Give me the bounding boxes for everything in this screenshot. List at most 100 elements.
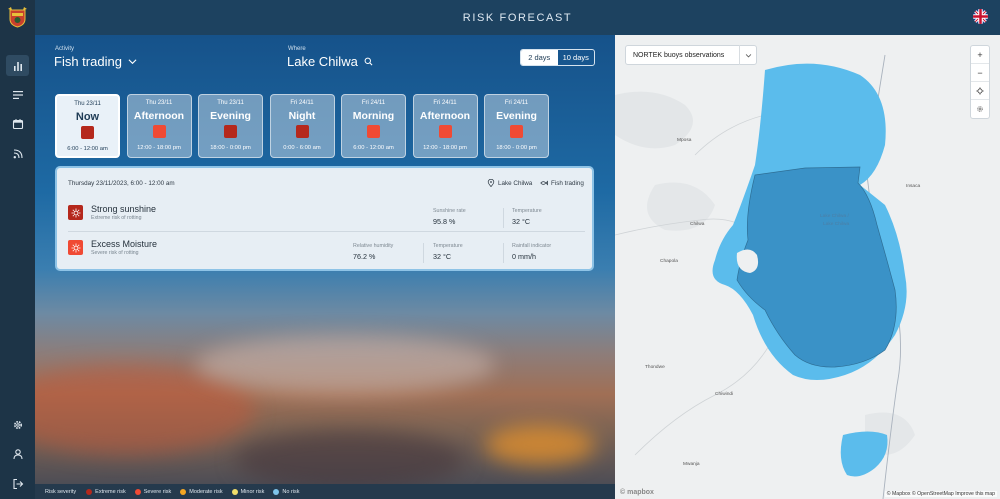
metric-value: 32 °C bbox=[512, 217, 531, 226]
mapbox-logo: © mapbox bbox=[620, 489, 654, 496]
page-title: RISK FORECAST bbox=[462, 12, 573, 24]
time-slot-card[interactable]: Fri 24/11 Evening 18:00 - 0:00 pm bbox=[484, 94, 549, 158]
time-slot-card[interactable]: Thu 23/11 Evening 18:00 - 0:00 pm bbox=[198, 94, 263, 158]
legend-item: Minor risk bbox=[231, 488, 265, 495]
time-slot-card[interactable]: Fri 24/11 Morning 6:00 - 12:00 am bbox=[341, 94, 406, 158]
slot-time-range: 0:00 - 6:00 am bbox=[283, 145, 321, 151]
map-controls: + − bbox=[970, 45, 990, 119]
legend-item: Severe risk bbox=[134, 488, 172, 495]
sidebar-item-signal[interactable] bbox=[6, 143, 29, 164]
gear-icon bbox=[13, 420, 22, 429]
location-search[interactable]: Lake Chilwa bbox=[287, 54, 373, 69]
risk-indicator bbox=[367, 125, 380, 138]
sidebar-item-charts[interactable] bbox=[6, 55, 29, 76]
map-layer-dropdown-toggle[interactable] bbox=[739, 45, 756, 65]
zoom-in-button[interactable]: + bbox=[971, 46, 989, 64]
background-cloud bbox=[235, 430, 465, 484]
activity-label: Activity bbox=[55, 46, 75, 52]
sidebar-item-logout[interactable] bbox=[6, 473, 29, 494]
where-label: Where bbox=[288, 46, 306, 52]
metric-label: Rainfall indicator bbox=[512, 243, 552, 249]
slot-period: Now bbox=[75, 111, 100, 123]
metric-divider bbox=[423, 243, 424, 263]
map-view[interactable]: Mposa Insaca Chilwa Lake Chilwa / Lake C… bbox=[615, 35, 1000, 499]
sun-icon bbox=[71, 243, 80, 252]
slot-day: Fri 24/11 bbox=[504, 100, 529, 106]
slot-time-range: 6:00 - 12:00 am bbox=[353, 145, 394, 151]
lake-label: Lake Chilwa bbox=[823, 222, 850, 227]
map-attribution[interactable]: © Mapbox © OpenStreetMap Improve this ma… bbox=[884, 491, 997, 497]
metric-value: 76.2 % bbox=[353, 252, 376, 261]
slot-day: Fri 24/11 bbox=[290, 100, 314, 106]
metric-temperature: Temperature 32 °C bbox=[512, 208, 542, 226]
details-location: Lake Chilwa bbox=[487, 179, 532, 187]
place-label: Mposa bbox=[677, 138, 692, 143]
legend-color-dot bbox=[86, 488, 93, 495]
sidebar-item-calendar[interactable] bbox=[6, 113, 29, 134]
risk-indicator bbox=[295, 125, 309, 138]
user-icon bbox=[12, 448, 23, 459]
risk-row-moisture: Excess Moisture Severe risk of rotting R… bbox=[68, 233, 585, 267]
zoom-out-button[interactable]: − bbox=[971, 64, 989, 82]
time-slot-card[interactable]: Fri 24/11 Afternoon 12:00 - 18:00 pm bbox=[412, 94, 478, 158]
legend-item: Extreme risk bbox=[86, 488, 126, 495]
sidebar bbox=[0, 0, 35, 499]
legend-items: Extreme risk Severe risk Moderate risk Mino… bbox=[86, 488, 300, 495]
metric-label: Sunshine rate bbox=[433, 208, 466, 214]
sidebar-item-list[interactable] bbox=[6, 84, 29, 105]
lake-label: Lake Chilwa / bbox=[820, 214, 849, 219]
activity-select[interactable]: Fish trading bbox=[54, 54, 137, 69]
slot-time-range: 18:00 - 0:00 pm bbox=[496, 145, 537, 151]
map-settings-button[interactable] bbox=[971, 100, 989, 118]
metric-label: Relative humidity bbox=[353, 243, 394, 249]
risk-details-card: Thursday 23/11/2023, 6:00 - 12:00 am Lak… bbox=[55, 166, 594, 271]
slot-period: Afternoon bbox=[419, 110, 471, 122]
details-activity-label: Fish trading bbox=[551, 179, 584, 187]
legend-label: Minor risk bbox=[240, 488, 265, 495]
terrain-shade bbox=[647, 182, 715, 231]
legend-color-dot bbox=[134, 488, 141, 495]
legend-color-dot bbox=[180, 488, 187, 495]
place-label: Chapola bbox=[660, 259, 678, 264]
risk-area-south bbox=[840, 431, 888, 477]
time-slot-card[interactable]: Thu 23/11 Now 6:00 - 12:00 am bbox=[55, 94, 120, 158]
fish-icon bbox=[540, 180, 548, 186]
location-value: Lake Chilwa bbox=[287, 54, 358, 69]
range-2-days-button[interactable]: 2 days bbox=[521, 50, 558, 65]
time-slot-card[interactable]: Fri 24/11 Night 0:00 - 6:00 am bbox=[269, 94, 335, 158]
sidebar-item-settings[interactable] bbox=[6, 414, 29, 435]
background-sun-glow bbox=[485, 425, 595, 465]
location-pin-icon bbox=[487, 179, 495, 187]
map-layer-select[interactable]: NORTEK buoys observations bbox=[625, 45, 757, 65]
sidebar-item-profile[interactable] bbox=[6, 443, 29, 464]
metric-value: 95.8 % bbox=[433, 217, 456, 226]
slot-time-range: 12:00 - 18:00 pm bbox=[423, 145, 467, 151]
gear-icon bbox=[977, 106, 983, 112]
slot-time-range: 6:00 - 12:00 am bbox=[67, 146, 108, 152]
signal-icon bbox=[13, 148, 23, 158]
logout-icon bbox=[12, 478, 23, 489]
road-line bbox=[634, 334, 776, 456]
time-slot-card[interactable]: Thu 23/11 Afternoon 12:00 - 18:00 pm bbox=[126, 94, 192, 158]
slot-day: Fri 24/11 bbox=[433, 100, 457, 106]
place-label: Mwanja bbox=[683, 462, 700, 467]
slot-period: Evening bbox=[496, 110, 537, 122]
risk-description: Extreme risk of rotting bbox=[91, 215, 142, 221]
slot-day: Thu 23/11 bbox=[145, 100, 173, 106]
legend-label: Severe risk bbox=[143, 488, 172, 495]
details-location-label: Lake Chilwa bbox=[498, 179, 533, 187]
risk-severity-badge bbox=[68, 240, 83, 255]
range-10-days-button[interactable]: 10 days bbox=[558, 50, 595, 65]
place-label: Thondwe bbox=[645, 365, 665, 370]
list-icon bbox=[12, 90, 23, 99]
uk-flag-icon[interactable] bbox=[973, 9, 988, 24]
locate-button[interactable] bbox=[971, 82, 989, 100]
metric-sunshine-rate: Sunshine rate 95.8 % bbox=[433, 208, 466, 226]
place-label: Chiwindi bbox=[715, 392, 734, 397]
top-header: RISK FORECAST bbox=[35, 0, 1000, 35]
chevron-down-icon bbox=[128, 59, 137, 65]
bar-chart-icon bbox=[13, 61, 22, 71]
legend-title: Risk severity bbox=[45, 488, 77, 495]
forecast-range-toggle: 2 days 10 days bbox=[520, 49, 595, 66]
slot-period: Evening bbox=[210, 110, 251, 122]
